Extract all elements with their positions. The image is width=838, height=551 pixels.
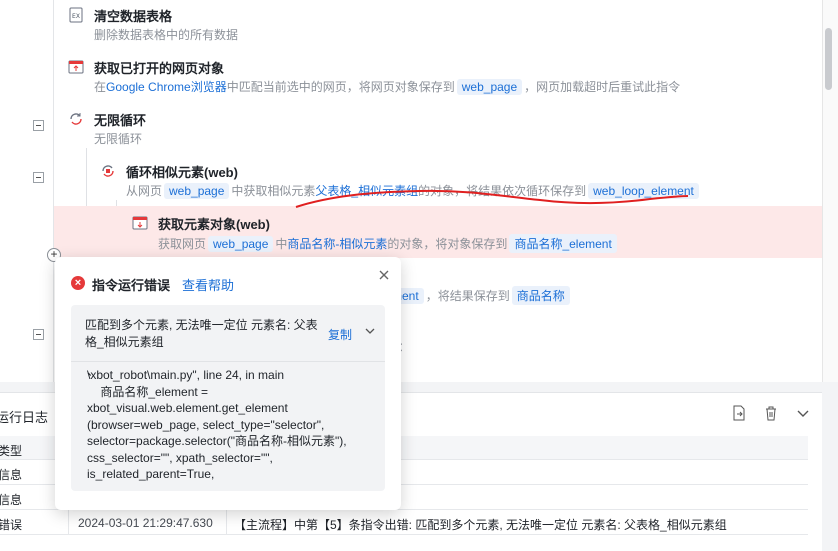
desc-text: 的对象，将对象保存到 (387, 237, 508, 251)
trash-icon[interactable] (762, 404, 780, 422)
command-title: 获取元素对象(web) (158, 217, 270, 232)
command-get-open-webpage[interactable]: 获取已打开的网页对象 在Google Chrome浏览器中匹配当前选中的网页，将… (68, 58, 768, 95)
webpage-icon (68, 60, 84, 74)
command-desc: 删除数据表格中的所有数据 (94, 28, 239, 42)
run-log-title: 运行日志 (0, 410, 49, 425)
log-type: 错误 (0, 518, 23, 532)
log-toolbar (730, 404, 812, 422)
command-desc: 无限循环 (94, 132, 143, 146)
command-desc: 在Google Chrome浏览器中匹配当前选中的网页，将网页对象保存到 web_… (94, 78, 680, 95)
chevron-down-icon[interactable] (364, 325, 376, 337)
variable-tag[interactable]: 商品名称 (511, 286, 570, 305)
variable-tag[interactable]: web_page (456, 79, 523, 95)
element-link[interactable]: 商品名称-相似元素 (287, 237, 387, 251)
variable-tag[interactable]: web_page (164, 183, 230, 199)
flow-scrollbar-thumb[interactable] (825, 28, 832, 90)
help-link[interactable]: 查看帮助 (182, 275, 234, 294)
command-title: 清空数据表格 (94, 9, 173, 24)
chevron-down-icon[interactable] (794, 404, 812, 422)
export-icon[interactable] (730, 404, 748, 422)
loop-elements-icon (102, 165, 114, 177)
table-clear-icon: EX (69, 7, 83, 23)
browser-link[interactable]: Google Chrome浏览器 (106, 80, 227, 94)
error-message: 匹配到多个元素, 无法唯一定位 元素名: 父表格_相似元素组 (85, 318, 318, 349)
collapse-toggle-loop[interactable] (33, 120, 44, 131)
command-partial[interactable]: ment ，将结果保存到 商品名称 (392, 286, 692, 305)
annotation-underline (295, 189, 689, 208)
command-clear-table[interactable]: EX 清空数据表格 删除数据表格中的所有数据 (68, 6, 768, 42)
close-icon[interactable] (375, 266, 393, 284)
command-desc: ment ，将结果保存到 商品名称 (392, 286, 572, 305)
command-get-element[interactable]: 获取元素对象(web) 获取网页 web_page 中商品名称-相似元素的对象，将对… (132, 214, 812, 253)
error-traceback: \xbot_robot\main.py", line 24, in main 商… (87, 368, 347, 481)
collapse-toggle-loop-elements[interactable] (33, 172, 44, 183)
svg-text:EX: EX (72, 13, 80, 20)
desc-text: ，网页加载超时后重试此指令 (524, 80, 681, 94)
error-popup: × 指令运行错误 查看帮助 匹配到多个元素, 无法唯一定位 元素名: 父表格_相… (55, 257, 401, 510)
loop-icon (70, 113, 82, 125)
desc-text: 中匹配当前选中的网页，将网页对象保存到 (226, 80, 455, 94)
log-content: 【主流程】中第【5】条指令出错: 匹配到多个元素, 无法唯一定位 元素名: 父表… (234, 518, 727, 532)
column-type: 类型 (0, 444, 23, 458)
gutter-divider (53, 0, 54, 382)
command-title: 获取已打开的网页对象 (94, 61, 225, 76)
copy-button[interactable]: 复制 (328, 326, 352, 343)
error-icon: × (71, 276, 85, 290)
command-title: 无限循环 (94, 113, 147, 128)
popup-title: 指令运行错误 (92, 278, 171, 293)
command-desc: 获取网页 web_page 中商品名称-相似元素的对象，将对象保存到 商品名称_ele… (158, 234, 619, 253)
variable-tag[interactable]: web_page (208, 236, 274, 252)
error-detail-box: 匹配到多个元素, 无法唯一定位 元素名: 父表格_相似元素组 复制 、 \xbo… (71, 305, 385, 491)
command-infinite-loop[interactable]: 无限循环 无限循环 (68, 110, 768, 146)
divider (71, 361, 385, 362)
desc-text: 中 (275, 237, 288, 251)
command-title: 循环相似元素(web) (126, 165, 238, 180)
desc-text: ，将结果保存到 (425, 289, 510, 303)
log-type: 信息 (0, 468, 23, 482)
log-type: 信息 (0, 493, 23, 507)
variable-tag[interactable]: 商品名称_element (509, 234, 617, 253)
desc-text: 获取网页 (158, 237, 207, 251)
log-time: 2024-03-01 21:29:47.630 (78, 516, 213, 530)
desc-text: 在 (94, 80, 107, 94)
log-row[interactable]: 错误 2024-03-01 21:29:47.630 【主流程】中第【5】条指令… (0, 510, 808, 535)
desc-text: 从网页 (126, 184, 163, 198)
collapse-toggle-lower[interactable] (33, 329, 44, 340)
element-icon (132, 216, 148, 230)
